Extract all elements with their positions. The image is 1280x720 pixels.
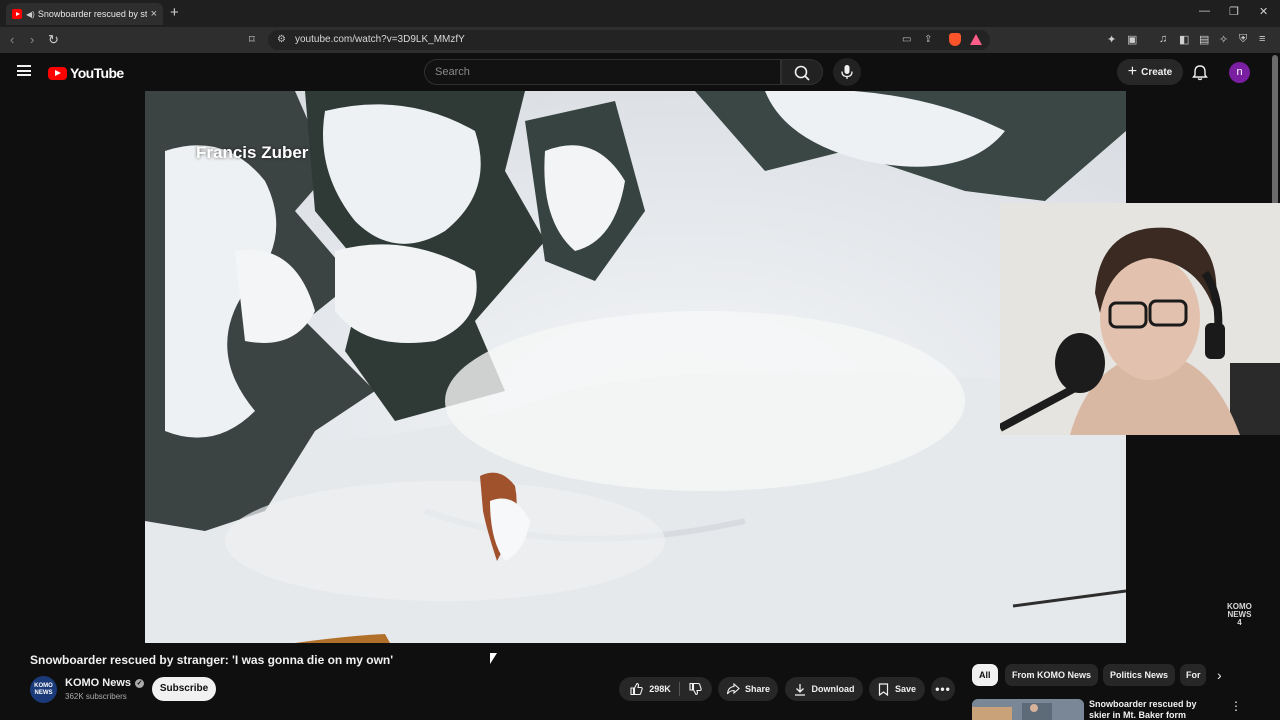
browser-tab-strip: ◀) Snowboarder rescued by stra × + — ❐ ✕ [0,0,1280,27]
recommended-video-title[interactable]: Snowboarder rescued by skier in Mt. Bake… [1089,699,1219,720]
vpn-shield-icon[interactable]: ⛨ [1239,33,1247,46]
save-playlist-icon [878,682,889,696]
chip-for-you[interactable]: For [1180,664,1206,686]
cast-icon[interactable]: ▭ [902,34,911,45]
tab-search-icon[interactable]: ▤ [1199,33,1209,46]
youtube-favicon-icon [12,9,22,19]
create-button[interactable]: + Create [1117,59,1183,85]
notifications-bell-icon[interactable] [1192,64,1208,81]
audio-playing-icon[interactable]: ◀) [26,10,35,19]
watermark-line: 4 [1237,618,1242,627]
leo-ai-icon[interactable]: ✧ [1219,33,1228,46]
back-icon[interactable]: ‹ [10,32,14,47]
channel-name-text[interactable]: KOMO News [65,677,131,689]
url-text[interactable]: youtube.com/watch?v=3D9LK_MMzfY [295,34,465,45]
brave-shields-icon[interactable] [949,33,961,46]
address-bar[interactable]: ⚙ youtube.com/watch?v=3D9LK_MMzfY ▭ ⇪ [268,30,990,50]
thumbs-up-icon [630,682,643,696]
plus-icon: + [1127,63,1138,80]
video-player[interactable] [145,91,1126,643]
search-icon [794,65,810,81]
extensions-icon[interactable]: ✦ [1107,33,1116,46]
reload-icon[interactable]: ↻ [48,32,59,48]
thumbs-down-icon[interactable] [688,682,702,696]
share-button[interactable]: Share [718,677,778,701]
youtube-logo[interactable]: YouTube [48,65,124,81]
bookmark-icon[interactable]: ⌑ [249,33,255,46]
site-info-icon[interactable]: ⚙ [277,34,286,45]
mouse-cursor-icon [490,653,497,664]
share-page-icon[interactable]: ⇪ [924,34,932,45]
minimize-window-icon[interactable]: — [1199,5,1210,17]
like-button[interactable]: 298K [629,682,671,696]
download-button[interactable]: Download [785,677,863,701]
youtube-play-icon [48,66,67,80]
channel-avatar[interactable]: KOMO NEWS [30,676,57,703]
like-divider [678,682,680,696]
search-input[interactable] [435,64,765,80]
share-arrow-icon [726,683,740,695]
search-box[interactable] [424,59,781,85]
subscribe-button[interactable]: Subscribe [152,677,216,701]
more-horizontal-icon: ••• [935,682,951,696]
brave-rewards-icon[interactable] [970,34,982,45]
chip-politics-news[interactable]: Politics News [1103,664,1176,686]
video-frame-snow-scene [145,91,1126,643]
restore-window-icon[interactable]: ❐ [1229,5,1239,18]
tab-title: Snowboarder rescued by stra [37,9,147,19]
subscriber-count: 362K subscribers [65,692,127,701]
video-name-caption: Francis Zuber [196,143,309,162]
channel-avatar-text: KOMO [34,683,53,689]
like-count: 298K [649,684,671,694]
channel-name[interactable]: KOMO News ✓ [65,677,145,689]
recommended-thumbnail-image [972,699,1084,720]
share-label: Share [744,684,770,694]
guide-menu-icon[interactable] [17,65,31,76]
youtube-header: YouTube + Create n [0,53,1280,91]
video-title: Snowboarder rescued by stranger: 'I was … [30,653,394,667]
komo-news-watermark: KOMO NEWS 4 [1227,603,1252,627]
forward-icon[interactable]: › [30,32,34,47]
recommended-video-thumbnail[interactable] [972,699,1084,720]
chip-from-komo-news[interactable]: From KOMO News [1005,664,1099,686]
streamer-webcam-image [1000,203,1280,435]
webcam-overlay [1000,203,1280,435]
search-button[interactable] [781,59,823,85]
menu-icon[interactable]: ≡ [1259,33,1265,45]
save-button[interactable]: Save [869,677,925,701]
new-tab-button[interactable]: + [170,4,179,21]
like-dislike-group: 298K [619,677,712,701]
more-actions-button[interactable]: ••• [931,677,955,701]
youtube-wordmark: YouTube [70,65,124,81]
verified-badge-icon: ✓ [135,678,145,688]
save-label: Save [894,684,917,694]
sidebar-icon[interactable]: ◧ [1179,33,1189,46]
wallet-icon[interactable]: ▣ [1127,33,1137,46]
account-avatar[interactable]: n [1229,62,1250,83]
browser-toolbar: ‹ › ↻ ⌑ ⚙ youtube.com/watch?v=3D9LK_MMzf… [0,27,1280,53]
close-window-icon[interactable]: ✕ [1259,5,1268,18]
microphone-icon [841,65,853,79]
recommended-more-options-icon[interactable]: ⋮ [1230,699,1242,713]
download-icon [794,683,805,696]
close-tab-icon[interactable]: × [151,8,157,20]
chip-all[interactable]: All [972,664,998,686]
page-scrollbar[interactable] [1272,55,1278,205]
channel-avatar-text: NEWS [34,690,53,696]
browser-tab[interactable]: ◀) Snowboarder rescued by stra × [6,3,163,25]
voice-search-button[interactable] [833,58,861,86]
chips-next-arrow-icon[interactable]: › [1217,667,1222,683]
download-label: Download [811,684,855,694]
create-label: Create [1141,66,1173,78]
media-icon[interactable]: ♫ [1159,33,1167,45]
